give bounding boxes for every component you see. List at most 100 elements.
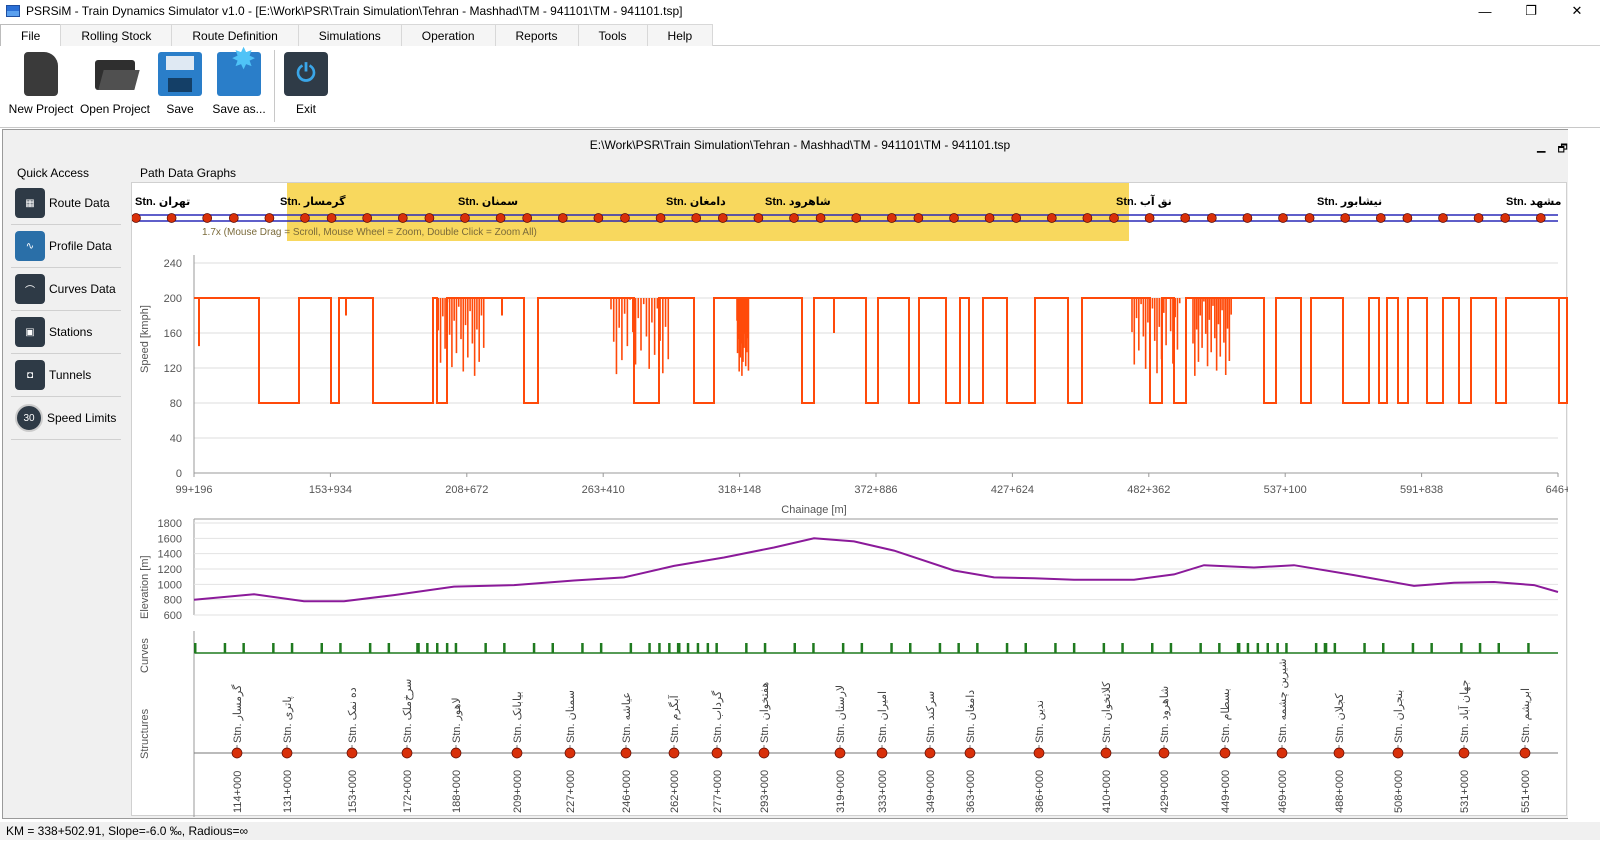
quick-speed-limits[interactable]: 30 Speed Limits <box>11 397 121 440</box>
curve-mark <box>599 643 603 653</box>
overview-station-dot <box>131 213 141 223</box>
overview-station-dot <box>620 213 630 223</box>
curve-mark <box>1323 643 1327 653</box>
curve-mark <box>1054 643 1057 653</box>
quick-route-data[interactable]: ▦ Route Data <box>11 182 121 225</box>
structure-station-km: 488+000 <box>1334 770 1346 813</box>
structure-station-name: Stn. کجلان <box>1334 693 1346 743</box>
structure-station-dot <box>1219 747 1231 759</box>
structure-station-dot <box>758 747 770 759</box>
minimize-button[interactable]: — <box>1462 0 1508 22</box>
quick-profile-data[interactable]: ∿ Profile Data <box>11 225 121 268</box>
structure-station-name: Stn. ابریشم <box>1520 688 1532 743</box>
overview-station-dot <box>691 213 702 223</box>
overview-station-dot <box>1109 213 1119 223</box>
overview-station-dot <box>984 213 995 223</box>
overview-station-dot <box>1473 213 1484 223</box>
overview-station-dot <box>1144 213 1155 223</box>
graphs-canvas[interactable]: Stn. تهران Stn. گرمسار Stn. سمنان Stn. دامغ… <box>131 183 1593 817</box>
quick-curves-data[interactable]: ⌒ Curves Data <box>11 268 121 311</box>
structure-station-dot <box>1458 747 1470 759</box>
structure-station-name: Stn. گرمسار <box>231 684 244 743</box>
tab-operation[interactable]: Operation <box>400 24 496 46</box>
doc-minimize-button[interactable]: ▁ <box>1537 140 1545 159</box>
curves-data-icon: ⌒ <box>15 274 45 304</box>
route-data-label: Route Data <box>49 196 110 210</box>
open-project-button[interactable]: Open Project <box>78 50 152 124</box>
overview-station-dot <box>166 213 177 223</box>
structure-station-dot <box>1158 747 1170 759</box>
curve-mark <box>1218 643 1221 653</box>
path-data-graphs[interactable]: Stn. تهران Stn. گرمسار Stn. سمنان Stn. دامغ… <box>131 182 1593 817</box>
overview-station-dot <box>264 213 275 223</box>
structure-station-km: 293+000 <box>759 770 771 813</box>
exit-button[interactable]: ⏻ Exit <box>281 50 331 124</box>
curve-mark <box>1236 643 1240 653</box>
tab-reports[interactable]: Reports <box>494 24 579 46</box>
tunnels-label: Tunnels <box>49 368 92 382</box>
overview-station-dot <box>593 213 604 223</box>
tab-tools[interactable]: Tools <box>577 24 648 46</box>
doc-restore-button[interactable]: 🗗 <box>1557 140 1567 159</box>
overview-station-dot <box>228 213 239 223</box>
structure-station-name: Stn. هفتخوان <box>759 682 771 743</box>
curve-mark <box>272 643 275 653</box>
curve-mark <box>938 643 942 653</box>
structure-station-km: 333+000 <box>877 770 889 813</box>
overview-station-label: Stn. شاهرود <box>765 196 831 208</box>
curve-mark <box>648 643 651 653</box>
structure-station-dot <box>281 747 293 759</box>
curve-mark <box>1151 643 1154 653</box>
tab-file[interactable]: File <box>0 24 62 47</box>
folder-open-icon <box>93 52 137 96</box>
structure-station-name: Stn. کلاتخوان <box>1101 681 1113 743</box>
new-project-button[interactable]: New Project <box>4 50 78 124</box>
curve-mark <box>454 643 458 653</box>
structure-station-km: 262+000 <box>669 770 681 813</box>
speed-limit-icon: 30 <box>15 404 43 432</box>
curve-mark <box>812 643 815 653</box>
curve-mark <box>1266 643 1269 653</box>
structure-station-dot <box>924 747 936 759</box>
overview-station-dot <box>851 213 862 223</box>
structure-station-km: 114+000 <box>232 771 244 813</box>
tab-help[interactable]: Help <box>646 24 714 46</box>
structure-station-km: 227+000 <box>565 770 577 813</box>
overview-station-dot <box>326 213 337 223</box>
structure-station-dot <box>511 747 523 759</box>
new-file-icon <box>24 52 58 96</box>
speed-ytick-label: 0 <box>176 468 182 480</box>
save-as-icon <box>217 42 261 96</box>
speed-y-axis-title: Speed [kmph] <box>139 305 151 373</box>
overview-station-dot <box>1082 213 1093 223</box>
quick-stations[interactable]: ▣ Stations <box>11 311 121 354</box>
profile-data-label: Profile Data <box>49 239 112 253</box>
maximize-button[interactable]: ❐ <box>1508 0 1554 22</box>
close-button[interactable]: ✕ <box>1554 0 1600 22</box>
save-as-button[interactable]: Save as... <box>208 42 270 124</box>
curve-mark <box>629 643 633 653</box>
overview-station-dot <box>1438 213 1448 223</box>
status-bar: KM = 338+502.91, Slope=-6.0 ‰, Radious=∞ <box>0 822 1600 840</box>
curve-mark <box>445 643 449 653</box>
quick-tunnels[interactable]: ◘ Tunnels <box>11 354 121 397</box>
speed-limits-label: Speed Limits <box>47 411 117 425</box>
overview-station-dot <box>362 213 373 223</box>
elevation-ytick-label: 1400 <box>158 549 182 561</box>
profile-data-icon: ∿ <box>15 231 45 261</box>
overview-station-dot <box>522 213 533 223</box>
speed-profile-line <box>194 297 1593 404</box>
save-button[interactable]: Save <box>152 50 208 124</box>
curve-mark <box>1246 643 1250 653</box>
new-project-label: New Project <box>8 102 74 116</box>
overview-station-dot <box>1340 213 1351 223</box>
curve-mark <box>426 643 429 653</box>
structure-station-dot <box>1033 747 1045 759</box>
structure-station-dot <box>1276 747 1288 759</box>
tab-simulations[interactable]: Simulations <box>297 24 402 46</box>
overview-hint: 1.7x (Mouse Drag = Scroll, Mouse Wheel =… <box>202 227 537 238</box>
structure-station-name: Stn. سمنان <box>565 690 577 743</box>
tab-rolling-stock[interactable]: Rolling Stock <box>60 24 173 46</box>
structure-station-dot <box>964 747 976 759</box>
overview-station-dot <box>1402 213 1413 223</box>
